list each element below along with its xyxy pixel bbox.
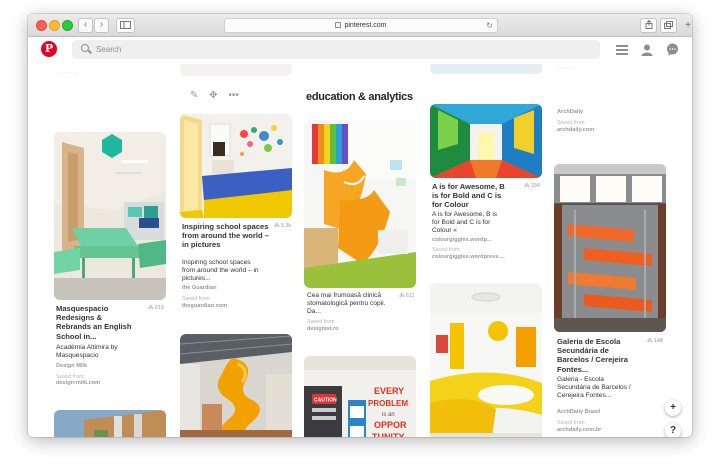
pin-image-opportunity-poster[interactable]: CAUTION EVERY PROBLEM is an OPPOR TUNITY — [304, 356, 416, 437]
pin-source[interactable]: ArchDaily Brasil — [557, 409, 600, 416]
help-icon: ? — [669, 425, 677, 436]
pin-image-colour-corridor[interactable] — [430, 104, 542, 178]
pin-title[interactable]: Masquespacio Redesigns & Rebrands an Eng… — [56, 304, 138, 341]
pin-description: Acadèmia Altimira by Masquespacio — [56, 344, 118, 359]
pinterest-header: P Search — [28, 37, 692, 63]
tabs-overview-button[interactable] — [660, 18, 677, 33]
profile-icon[interactable] — [641, 43, 655, 57]
pin-image-partial-top[interactable] — [180, 64, 292, 76]
saved-from-label: Saved from — [557, 420, 585, 426]
pin-source[interactable]: Design Milk — [56, 363, 87, 370]
saved-from-label: Saved from — [557, 120, 585, 126]
reload-icon[interactable]: ↻ — [486, 19, 493, 32]
share-icon — [645, 19, 652, 29]
share-button[interactable] — [640, 18, 657, 33]
close-window-button[interactable] — [36, 20, 47, 31]
arrange-icon[interactable]: ✥ — [209, 90, 217, 101]
faded-previous-pin: ··· ······· — [58, 70, 79, 76]
pin-repin-count: ⁂ 5.3k — [274, 223, 292, 229]
pin-description: A is for Awesome, B is for Bold and C is… — [432, 211, 498, 234]
pin-icon: ⁂ — [148, 305, 155, 311]
saved-from-label: Saved from — [307, 319, 335, 325]
pinterest-logo[interactable]: P — [41, 41, 57, 57]
pin-description: Inspiring school spaces from around the … — [182, 259, 259, 282]
pin-image-building[interactable] — [54, 410, 166, 437]
search-input[interactable]: Search — [72, 40, 600, 59]
board-title: education & analytics — [306, 91, 413, 103]
pin-grid: ··· ······· Masquespacio Redesigns & Reb… — [28, 64, 692, 437]
svg-text:is an: is an — [382, 412, 395, 418]
saved-from-domain[interactable]: theguardian.com — [182, 303, 227, 310]
pin-source[interactable]: colourgiggles.wordp... — [432, 237, 492, 244]
more-options-icon[interactable]: ••• — [228, 90, 239, 101]
back-button[interactable]: ‹ — [78, 18, 93, 33]
board-actions: ✎ ✥ ••• — [190, 90, 239, 101]
sidebar-toggle-button[interactable] — [116, 18, 135, 33]
pin-description: Galeria - Escola Secundária de Barcelos … — [557, 376, 631, 399]
saved-from-domain[interactable]: archdaily.com — [557, 127, 594, 134]
chevron-left-icon: ‹ — [83, 19, 88, 30]
saved-from-label: Saved from — [182, 296, 210, 302]
pin-repin-count: ⁂ 619 — [148, 305, 164, 311]
browser-titlebar: ‹ › pinterest.com ↻ + — [28, 14, 692, 37]
search-placeholder: Search — [96, 45, 122, 54]
saved-from-domain[interactable]: designist.ro — [307, 326, 339, 333]
new-tab-button[interactable]: + — [683, 20, 692, 33]
chat-icon[interactable] — [666, 43, 680, 57]
url-text: pinterest.com — [344, 22, 387, 29]
svg-text:PROBLEM: PROBLEM — [368, 399, 408, 408]
forward-button[interactable]: › — [94, 18, 109, 33]
pin-image-guardian[interactable] — [180, 114, 292, 218]
pin-image-masquespacio[interactable] — [54, 132, 166, 300]
help-button[interactable]: ? — [665, 423, 681, 437]
pin-source[interactable]: ArchDaily — [557, 109, 583, 116]
search-icon — [81, 44, 89, 52]
svg-text:TUNITY: TUNITY — [372, 432, 405, 437]
zoom-window-button[interactable] — [62, 20, 73, 31]
pin-icon: ⁂ — [274, 223, 281, 229]
pin-source[interactable]: the Guardian — [182, 285, 217, 292]
pin-icon: ⁂ — [524, 183, 531, 189]
pin-image-partial-top-right[interactable] — [430, 64, 542, 74]
menu-icon[interactable] — [616, 43, 630, 57]
svg-text:EVERY: EVERY — [374, 386, 404, 396]
svg-text:OPPOR: OPPOR — [374, 420, 407, 430]
lock-icon — [335, 22, 342, 29]
pin-icon: ⁂ — [399, 293, 406, 299]
minimize-window-button[interactable] — [49, 20, 60, 31]
plus-icon: + — [685, 20, 691, 31]
chevron-right-icon: › — [99, 19, 104, 30]
sidebar-icon — [120, 21, 131, 29]
saved-from-label: Saved from — [432, 247, 460, 253]
pin-icon: ⁂ — [647, 338, 654, 344]
caution-sign-text: CAUTION — [314, 398, 337, 404]
pin-image-dental-clinic[interactable] — [304, 120, 416, 288]
faded-pin-text: ··· ···· · — [557, 66, 576, 72]
browser-window: ‹ › pinterest.com ↻ + P Search ··· ·····… — [28, 14, 692, 437]
pin-title[interactable]: Galeria de Escola Secundária de Barcelos… — [557, 337, 635, 374]
pin-title[interactable]: Inspiring school spaces from around the … — [182, 222, 272, 250]
pin-image-barcelos-school[interactable] — [554, 164, 666, 332]
pin-repin-count: ⁂ 611 — [399, 293, 415, 299]
address-bar[interactable]: pinterest.com ↻ — [224, 18, 498, 33]
add-pin-button[interactable]: + — [665, 400, 681, 416]
plus-icon: + — [670, 402, 676, 413]
saved-from-domain[interactable]: archdaily.com.br — [557, 427, 601, 434]
saved-from-domain[interactable]: design-milk.com — [56, 380, 100, 387]
pin-image-slide[interactable] — [180, 334, 292, 437]
pin-description: Cea mai frumoasă clinică stomatologică p… — [307, 292, 386, 315]
pin-image-yellow-classroom[interactable] — [430, 283, 542, 437]
saved-from-domain[interactable]: colourgiggles.wordpress.... — [432, 254, 505, 261]
edit-pencil-icon[interactable]: ✎ — [190, 90, 198, 101]
pin-title[interactable]: A is for Awesome, B is for Bold and C is… — [432, 182, 506, 210]
pin-repin-count: ⁂ 148 — [647, 338, 663, 344]
tabs-icon — [664, 21, 673, 29]
pin-repin-count: ⁂ 334 — [524, 183, 540, 189]
